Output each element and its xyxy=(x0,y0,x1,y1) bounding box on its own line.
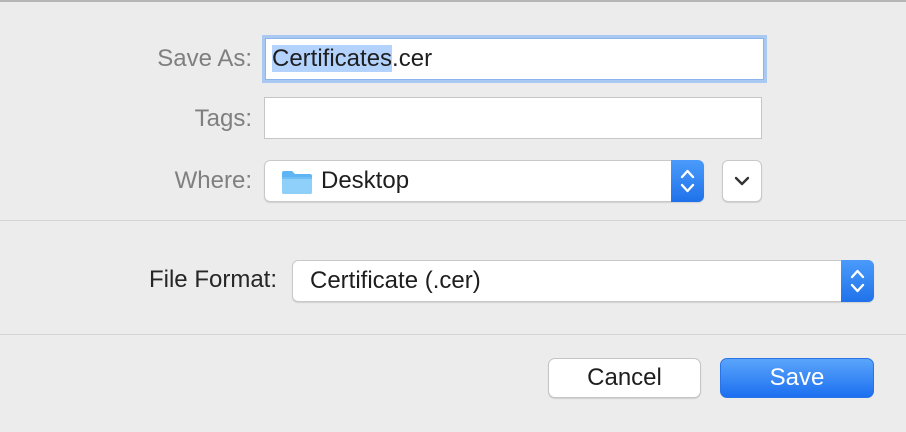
tags-field[interactable] xyxy=(264,97,762,139)
save-button[interactable]: Save xyxy=(720,358,874,398)
folder-icon xyxy=(282,171,312,194)
where-popup[interactable]: Desktop xyxy=(264,160,704,202)
up-down-arrows-icon xyxy=(680,169,695,193)
divider-top xyxy=(0,220,906,221)
where-label: Where: xyxy=(174,167,252,194)
save-as-label: Save As: xyxy=(157,45,252,72)
file-format-popup[interactable]: Certificate (.cer) xyxy=(292,260,874,302)
up-down-arrows-icon xyxy=(850,269,865,293)
where-stepper[interactable] xyxy=(671,160,704,202)
save-dialog: Save As: Certificates.cer Tags: Where: D… xyxy=(0,0,906,432)
chevron-down-icon xyxy=(734,176,750,186)
expand-dialog-button[interactable] xyxy=(722,160,762,202)
file-format-label: File Format: xyxy=(148,266,277,293)
divider-bottom xyxy=(0,334,906,335)
filename-selected-text: Certificates xyxy=(272,45,393,72)
save-as-field[interactable]: Certificates.cer xyxy=(265,38,764,80)
filename-extension-text: .cer xyxy=(392,45,433,72)
cancel-button[interactable]: Cancel xyxy=(548,358,701,398)
where-value: Desktop xyxy=(321,167,410,194)
file-format-stepper[interactable] xyxy=(841,260,874,302)
tags-label: Tags: xyxy=(194,105,252,132)
file-format-value: Certificate (.cer) xyxy=(310,267,481,294)
